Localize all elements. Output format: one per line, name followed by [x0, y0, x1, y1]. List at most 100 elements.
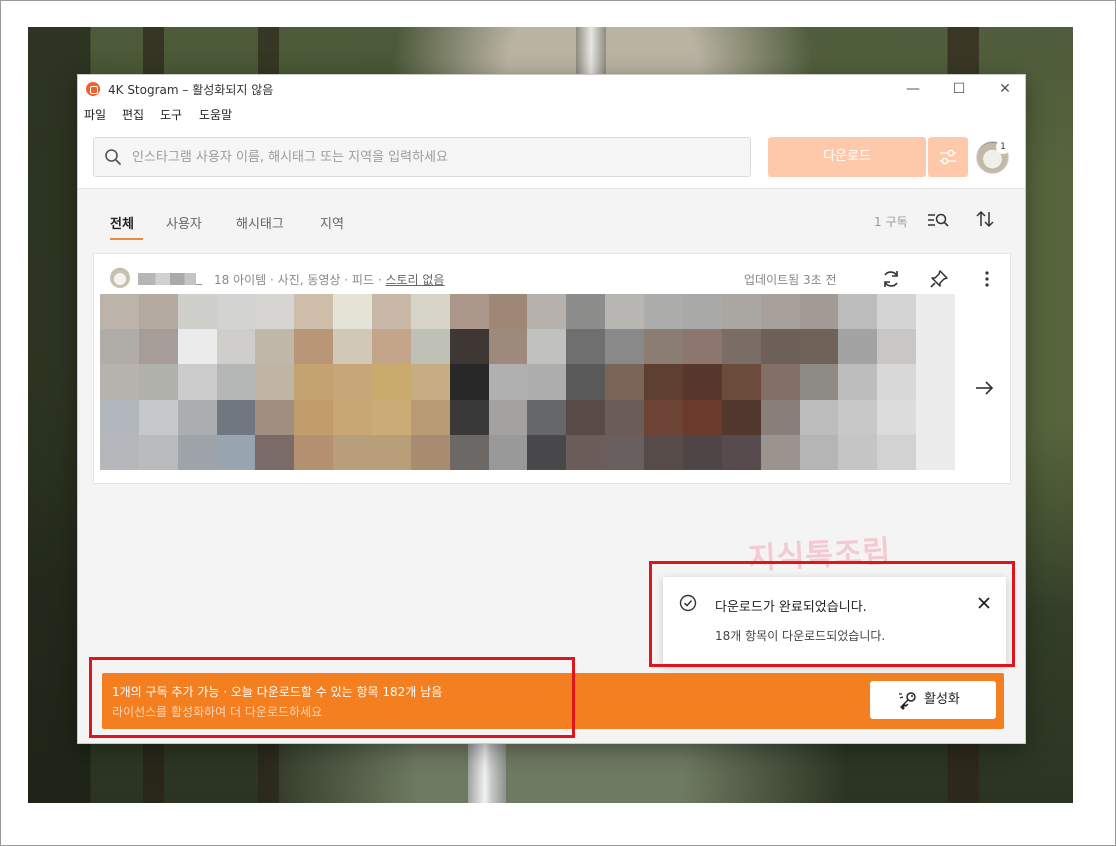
thumbnail-cell — [449, 364, 489, 400]
more-options-icon[interactable] — [977, 269, 997, 289]
thumbnail-cell — [566, 329, 606, 365]
thumbnail-cell — [527, 434, 567, 470]
thumbnail-cell — [721, 329, 761, 365]
thumbnail-cell — [877, 294, 917, 330]
thumbnail-cell — [838, 399, 878, 435]
search-input[interactable] — [132, 138, 732, 176]
thumbnail-cell — [216, 329, 256, 365]
thumbnail-cell — [605, 399, 645, 435]
subscription-card[interactable]: _ 18 아이템 · 사진, 동영상 · 피드 · 스토리 없음 업데이트됨 3… — [93, 253, 1011, 484]
thumbnail-cell — [333, 329, 373, 365]
thumbnail-cell — [449, 399, 489, 435]
thumbnail-cell — [838, 434, 878, 470]
card-username-blurred — [138, 273, 196, 285]
thumbnail-cell — [216, 399, 256, 435]
thumbnail-cell — [100, 399, 139, 435]
thumbnail-cell — [527, 399, 567, 435]
tab-all[interactable]: 전체 — [110, 213, 134, 232]
thumbnail-cell — [372, 294, 411, 330]
tab-locations[interactable]: 지역 — [320, 213, 344, 232]
thumbnail-cell — [333, 399, 373, 435]
search-box[interactable] — [93, 137, 751, 177]
thumbnail-cell — [799, 434, 839, 470]
thumbnail-cell — [294, 329, 334, 365]
thumbnail-cell — [721, 364, 761, 400]
thumbnail-cell — [644, 434, 683, 470]
thumbnail-cell — [916, 364, 955, 400]
thumbnail-cell — [488, 364, 528, 400]
thumbnail-cell — [410, 294, 450, 330]
thumbnail-cell — [605, 434, 645, 470]
thumbnail-cell — [333, 364, 373, 400]
subscription-count: 1 구독 — [874, 215, 908, 229]
menu-file[interactable]: 파일 — [84, 106, 106, 123]
thumbnail-cell — [760, 434, 800, 470]
thumbnail-cell — [294, 294, 334, 330]
download-settings-button[interactable] — [928, 137, 968, 177]
minimize-button[interactable]: — — [898, 79, 928, 99]
thumbnail-cell — [177, 364, 217, 400]
account-badge: 1 — [996, 140, 1010, 154]
media-thumbnails-blurred[interactable] — [100, 294, 955, 470]
thumbnail-cell — [566, 434, 606, 470]
menu-bar: 파일 편집 도구 도움말 — [78, 103, 1025, 125]
activate-button[interactable]: 활성화 — [870, 681, 996, 719]
thumbnail-cell — [294, 399, 334, 435]
thumbnail-cell — [100, 294, 139, 330]
thumbnail-cell — [449, 434, 489, 470]
thumbnail-cell — [138, 364, 178, 400]
refresh-icon[interactable] — [881, 269, 901, 289]
wallpaper-waterfall — [468, 737, 506, 803]
thumbnail-cell — [877, 434, 917, 470]
thumbnail-cell — [410, 434, 450, 470]
arrow-right-icon[interactable] — [973, 377, 995, 399]
card-updated-time: 업데이트됨 3초 전 — [744, 273, 837, 287]
thumbnail-cell — [682, 399, 722, 435]
maximize-button[interactable]: ☐ — [944, 79, 974, 99]
sort-icon[interactable] — [975, 209, 995, 229]
card-meta: 18 아이템 · 사진, 동영상 · 피드 · 스토리 없음 — [214, 271, 444, 288]
thumbnail-cell — [216, 294, 256, 330]
filter-search-icon[interactable] — [927, 211, 949, 229]
thumbnail-cell — [255, 329, 295, 365]
thumbnail-cell — [216, 434, 256, 470]
thumbnail-cell — [410, 364, 450, 400]
thumbnail-cell — [527, 364, 567, 400]
thumbnail-cell — [644, 399, 683, 435]
thumbnail-cell — [760, 364, 800, 400]
thumbnail-cell — [916, 434, 955, 470]
thumbnail-cell — [255, 294, 295, 330]
thumbnail-cell — [838, 294, 878, 330]
menu-edit[interactable]: 편집 — [122, 106, 144, 123]
close-button[interactable]: ✕ — [990, 79, 1020, 99]
annotation-box-toast — [649, 561, 1015, 667]
download-button[interactable]: 다운로드 — [768, 137, 926, 177]
thumbnail-cell — [877, 364, 917, 400]
menu-tools[interactable]: 도구 — [160, 106, 182, 123]
thumbnail-cell — [177, 399, 217, 435]
thumbnail-cell — [760, 399, 800, 435]
thumbnail-cell — [721, 294, 761, 330]
thumbnail-cell — [916, 399, 955, 435]
thumbnail-cell — [100, 364, 139, 400]
thumbnail-cell — [682, 294, 722, 330]
thumbnail-cell — [760, 294, 800, 330]
thumbnail-cell — [255, 399, 295, 435]
tab-users[interactable]: 사용자 — [166, 213, 202, 232]
tab-hashtags[interactable]: 해시태그 — [236, 213, 284, 232]
thumbnail-cell — [138, 329, 178, 365]
thumbnail-cell — [488, 294, 528, 330]
thumbnail-cell — [605, 294, 645, 330]
pin-icon[interactable] — [929, 269, 949, 289]
thumbnail-cell — [410, 399, 450, 435]
card-story-link[interactable]: 스토리 없음 — [385, 273, 444, 287]
menu-help[interactable]: 도움말 — [199, 106, 232, 123]
thumbnail-cell — [410, 329, 450, 365]
thumbnail-cell — [449, 329, 489, 365]
thumbnail-cell — [333, 294, 373, 330]
thumbnail-cell — [138, 399, 178, 435]
thumbnail-cell — [644, 329, 683, 365]
thumbnail-cell — [449, 294, 489, 330]
thumbnail-cell — [255, 434, 295, 470]
thumbnail-cell — [372, 434, 411, 470]
